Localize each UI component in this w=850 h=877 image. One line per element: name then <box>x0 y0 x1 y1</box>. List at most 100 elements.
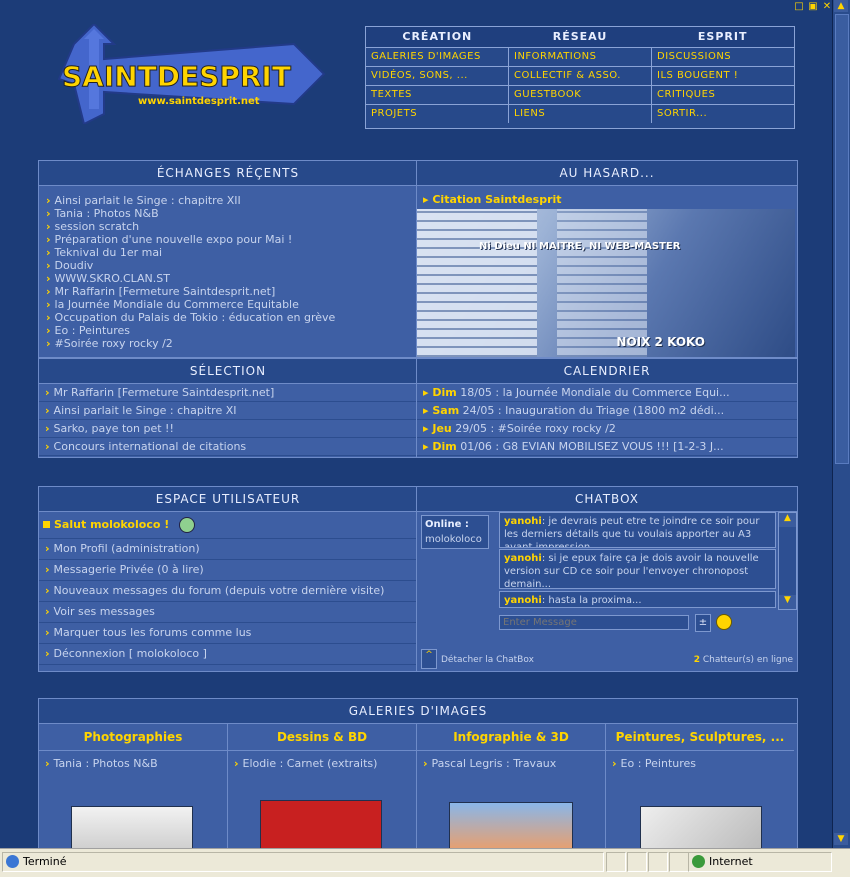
recent-item[interactable]: session scratch <box>46 220 417 233</box>
chat-count: 2 Chatteur(s) en ligne <box>693 655 793 665</box>
chat-message: yanohi: si je epux faire ça je dois avoi… <box>499 549 776 590</box>
status-done: Terminé <box>2 852 604 872</box>
calendar-item[interactable]: ▸ Dim 01/06 : G8 EVIAN MOBILISEZ VOUS !!… <box>417 438 797 456</box>
main-nav: CRÉATION RÉSEAU ESPRIT GALERIES D'IMAGES… <box>365 26 795 129</box>
user-title: ESPACE UTILISATEUR <box>39 487 417 512</box>
emoticon-icon[interactable] <box>716 614 732 630</box>
vertical-scrollbar[interactable]: ▲ ▼ <box>832 0 850 848</box>
nav-link[interactable]: GUESTBOOK <box>509 85 651 104</box>
selection-title: SÉLECTION <box>39 359 417 384</box>
globe-icon <box>692 855 705 868</box>
recent-item[interactable]: Préparation d'une nouvelle expo pour Mai… <box>46 233 417 246</box>
chat-detach-icon[interactable]: ^ <box>421 649 437 669</box>
nav-link[interactable]: DISCUSSIONS <box>652 47 794 66</box>
smiley-icon <box>179 517 196 533</box>
random-photo[interactable]: Ni Dieu NI MAITRE, NI WEB-MASTER NOIX 2 … <box>417 209 795 357</box>
user-link[interactable]: Mon Profil (administration) <box>39 539 417 560</box>
gallery-title: GALERIES D'IMAGES <box>39 699 797 724</box>
nav-link[interactable]: ILS BOUGENT ! <box>652 66 794 85</box>
photo-caption-2: NOIX 2 KOKO <box>616 335 705 349</box>
status-zone: Internet <box>688 852 832 872</box>
user-link[interactable]: Marquer tous les forums comme lus <box>39 623 417 644</box>
username: molokoloco ! <box>90 518 170 531</box>
calendar-item[interactable]: ▸ Dim 18/05 : la Journée Mondiale du Com… <box>417 384 797 402</box>
selection-item[interactable]: Mr Raffarin [Fermeture Saintdesprit.net] <box>39 384 417 402</box>
chat-scrollbar[interactable]: ▲ ▼ <box>778 512 797 610</box>
nav-link[interactable]: LIENS <box>509 104 651 123</box>
gallery-thumb[interactable] <box>260 800 382 850</box>
recent-item[interactable]: Doudiv <box>46 259 417 272</box>
recent-item[interactable]: WWW.SKRO.CLAN.ST <box>46 272 417 285</box>
gallery-thumb[interactable] <box>71 806 193 850</box>
nav-header-reseau[interactable]: RÉSEAU <box>509 27 652 47</box>
gallery-col-head[interactable]: Peintures, Sculptures, ... <box>606 724 794 751</box>
nav-link[interactable]: VIDÉOS, SONS, ... <box>366 66 508 85</box>
chat-detach-link[interactable]: Détacher la ChatBox <box>441 655 534 665</box>
chat-plusminus-button[interactable]: ± <box>695 614 711 632</box>
gallery-col-head[interactable]: Photographies <box>39 724 227 751</box>
chat-scroll-up-icon[interactable]: ▲ <box>779 513 796 527</box>
nav-link[interactable]: SORTIR... <box>652 104 794 123</box>
gallery-item[interactable]: Tania : Photos N&B <box>39 751 227 770</box>
recent-title: ÉCHANGES RÉÇENTS <box>39 161 417 186</box>
maximize-icon[interactable]: ▣ <box>808 2 818 12</box>
recent-item[interactable]: Tania : Photos N&B <box>46 207 417 220</box>
recent-panel: ÉCHANGES RÉÇENTS Ainsi parlait le Singe … <box>38 160 418 358</box>
scroll-up-icon[interactable]: ▲ <box>834 0 848 12</box>
nav-header-creation[interactable]: CRÉATION <box>366 27 509 47</box>
selection-panel: SÉLECTION Mr Raffarin [Fermeture Saintde… <box>38 358 418 458</box>
recent-item[interactable]: #Soirée roxy rocky /2 <box>46 337 417 350</box>
user-greeting: Salut molokoloco ! <box>39 512 417 539</box>
gallery-item[interactable]: Eo : Peintures <box>606 751 794 770</box>
gallery-thumb[interactable] <box>449 802 573 850</box>
recent-item[interactable]: la Journée Mondiale du Commerce Equitabl… <box>46 298 417 311</box>
chat-title: CHATBOX <box>417 487 797 512</box>
gallery-col-head[interactable]: Infographie & 3D <box>417 724 605 751</box>
photo-caption: Ni Dieu NI MAITRE, NI WEB-MASTER <box>479 241 681 252</box>
minimize-icon[interactable]: □ <box>794 2 804 12</box>
user-link[interactable]: Messagerie Privée (0 à lire) <box>39 560 417 581</box>
nav-link[interactable]: COLLECTIF & ASSO. <box>509 66 651 85</box>
user-link[interactable]: Nouveaux messages du forum (depuis votre… <box>39 581 417 602</box>
status-bar: Terminé Internet <box>0 848 850 877</box>
close-icon[interactable]: ✕ <box>822 2 832 12</box>
random-link[interactable]: ▸ Citation Saintdesprit <box>423 193 562 206</box>
calendar-item[interactable]: ▸ Sam 24/05 : Inauguration du Triage (18… <box>417 402 797 420</box>
gallery-thumb[interactable] <box>640 806 762 850</box>
chat-message: yanohi: je devrais peut etre te joindre … <box>499 512 776 548</box>
nav-link[interactable]: INFORMATIONS <box>509 47 651 66</box>
chat-scroll-down-icon[interactable]: ▼ <box>779 595 796 609</box>
nav-link[interactable]: GALERIES D'IMAGES <box>366 47 508 66</box>
user-panel: ESPACE UTILISATEUR Salut molokoloco ! Mo… <box>38 486 418 672</box>
gallery-item[interactable]: Elodie : Carnet (extraits) <box>228 751 416 770</box>
gallery-col-head[interactable]: Dessins & BD <box>228 724 416 751</box>
scroll-thumb[interactable] <box>835 14 849 464</box>
nav-link[interactable]: CRITIQUES <box>652 85 794 104</box>
logo-brand: SAINTDESPRIT <box>62 60 291 93</box>
chat-input[interactable] <box>499 615 689 630</box>
random-title: AU HASARD... <box>417 161 797 186</box>
user-link[interactable]: Voir ses messages <box>39 602 417 623</box>
nav-header-esprit[interactable]: ESPRIT <box>651 27 794 47</box>
nav-link[interactable]: PROJETS <box>366 104 508 123</box>
recent-item[interactable]: Occupation du Palais de Tokio : éducatio… <box>46 311 417 324</box>
random-panel: AU HASARD... ▸ Citation Saintdesprit Ni … <box>416 160 798 358</box>
logo-url: www.saintdesprit.net <box>138 96 260 107</box>
selection-item[interactable]: Concours international de citations <box>39 438 417 456</box>
calendar-title: CALENDRIER <box>417 359 797 384</box>
recent-item[interactable]: Eo : Peintures <box>46 324 417 337</box>
site-logo[interactable]: SAINTDESPRIT www.saintdesprit.net <box>54 24 334 124</box>
selection-item[interactable]: Ainsi parlait le Singe : chapitre XI <box>39 402 417 420</box>
scroll-down-icon[interactable]: ▼ <box>834 833 848 845</box>
window-controls: □ ▣ ✕ <box>794 2 832 12</box>
recent-item[interactable]: Ainsi parlait le Singe : chapitre XII <box>46 194 417 207</box>
user-link[interactable]: Déconnexion [ molokoloco ] <box>39 644 417 665</box>
recent-item[interactable]: Teknival du 1er mai <box>46 246 417 259</box>
calendar-item[interactable]: ▸ Jeu 29/05 : #Soirée roxy rocky /2 <box>417 420 797 438</box>
recent-item[interactable]: Mr Raffarin [Fermeture Saintdesprit.net] <box>46 285 417 298</box>
chat-online-box: Online : molokoloco <box>421 515 489 549</box>
nav-link[interactable]: TEXTES <box>366 85 508 104</box>
chat-message: yanohi: hasta la proxima... <box>499 591 776 608</box>
gallery-item[interactable]: Pascal Legris : Travaux <box>417 751 605 770</box>
selection-item[interactable]: Sarko, paye ton pet !! <box>39 420 417 438</box>
